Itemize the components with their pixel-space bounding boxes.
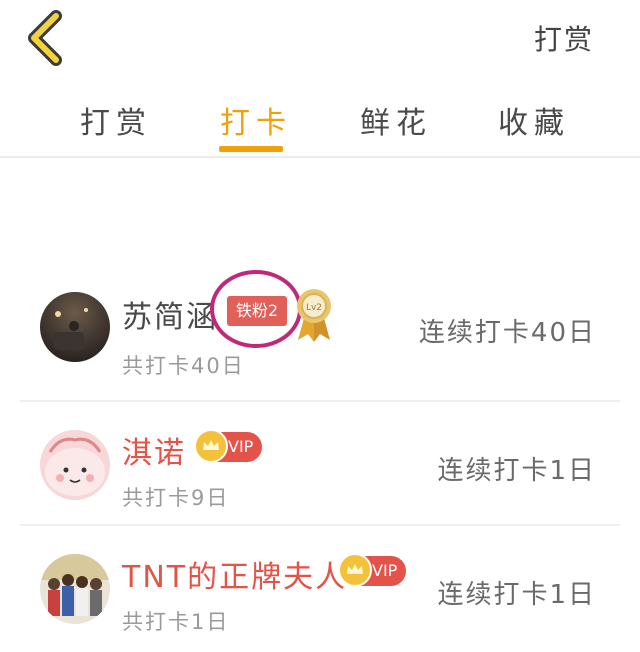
vip-label: VIP bbox=[372, 561, 398, 580]
page: 打赏 打赏 打卡 鲜花 收藏 苏简涵 铁粉2 Lv2 共打卡40日 连续打卡40… bbox=[0, 0, 640, 652]
list-item[interactable]: 淇诺 VIP 共打卡9日 连续打卡1日 bbox=[20, 402, 620, 526]
reward-action[interactable]: 打赏 bbox=[534, 18, 594, 58]
tab-checkin[interactable]: 打卡 bbox=[220, 98, 292, 142]
back-button[interactable] bbox=[22, 10, 70, 66]
streak-days: 连续打卡1日 bbox=[437, 580, 596, 610]
avatar[interactable] bbox=[40, 430, 110, 500]
tab-flowers[interactable]: 鲜花 bbox=[360, 98, 432, 142]
tab-bar: 打赏 打卡 鲜花 收藏 bbox=[0, 90, 640, 156]
vip-badge: VIP bbox=[194, 429, 262, 463]
total-checkins: 共打卡1日 bbox=[122, 610, 230, 634]
tabs-divider bbox=[0, 156, 640, 158]
avatar-cartoon-face-image bbox=[40, 430, 110, 500]
crown-icon bbox=[338, 553, 372, 587]
avatar[interactable] bbox=[40, 554, 110, 624]
back-chevron-icon bbox=[28, 10, 62, 66]
vip-label: VIP bbox=[228, 437, 254, 456]
header: 打赏 bbox=[0, 0, 640, 80]
user-name: TNT的正牌夫人 bbox=[122, 560, 348, 595]
tab-favorites[interactable]: 收藏 bbox=[498, 98, 570, 142]
avatar-group-photo-image bbox=[40, 554, 110, 624]
vip-badge: VIP bbox=[338, 553, 406, 587]
streak-days: 连续打卡40日 bbox=[418, 318, 596, 348]
fan-level-badge: 铁粉2 bbox=[227, 296, 287, 326]
svg-text:Lv2: Lv2 bbox=[306, 303, 322, 313]
list-item[interactable]: TNT的正牌夫人 VIP 共打卡1日 连续打卡1日 bbox=[20, 526, 620, 648]
checkin-list: 苏简涵 铁粉2 Lv2 共打卡40日 连续打卡40日 淇诺 VIP 共打卡9日 … bbox=[20, 270, 620, 648]
tab-reward[interactable]: 打赏 bbox=[80, 98, 152, 142]
crown-icon bbox=[194, 429, 228, 463]
streak-days: 连续打卡1日 bbox=[437, 456, 596, 486]
avatar[interactable] bbox=[40, 292, 110, 362]
user-name: 淇诺 bbox=[122, 436, 186, 471]
total-checkins: 共打卡9日 bbox=[122, 486, 230, 510]
user-name: 苏简涵 bbox=[122, 300, 218, 335]
list-item[interactable]: 苏简涵 铁粉2 Lv2 共打卡40日 连续打卡40日 bbox=[20, 270, 620, 402]
gold-medal-icon: Lv2 bbox=[292, 286, 336, 342]
active-tab-indicator bbox=[219, 146, 283, 152]
total-checkins: 共打卡40日 bbox=[122, 354, 245, 378]
avatar-night-scene-image bbox=[40, 292, 110, 362]
